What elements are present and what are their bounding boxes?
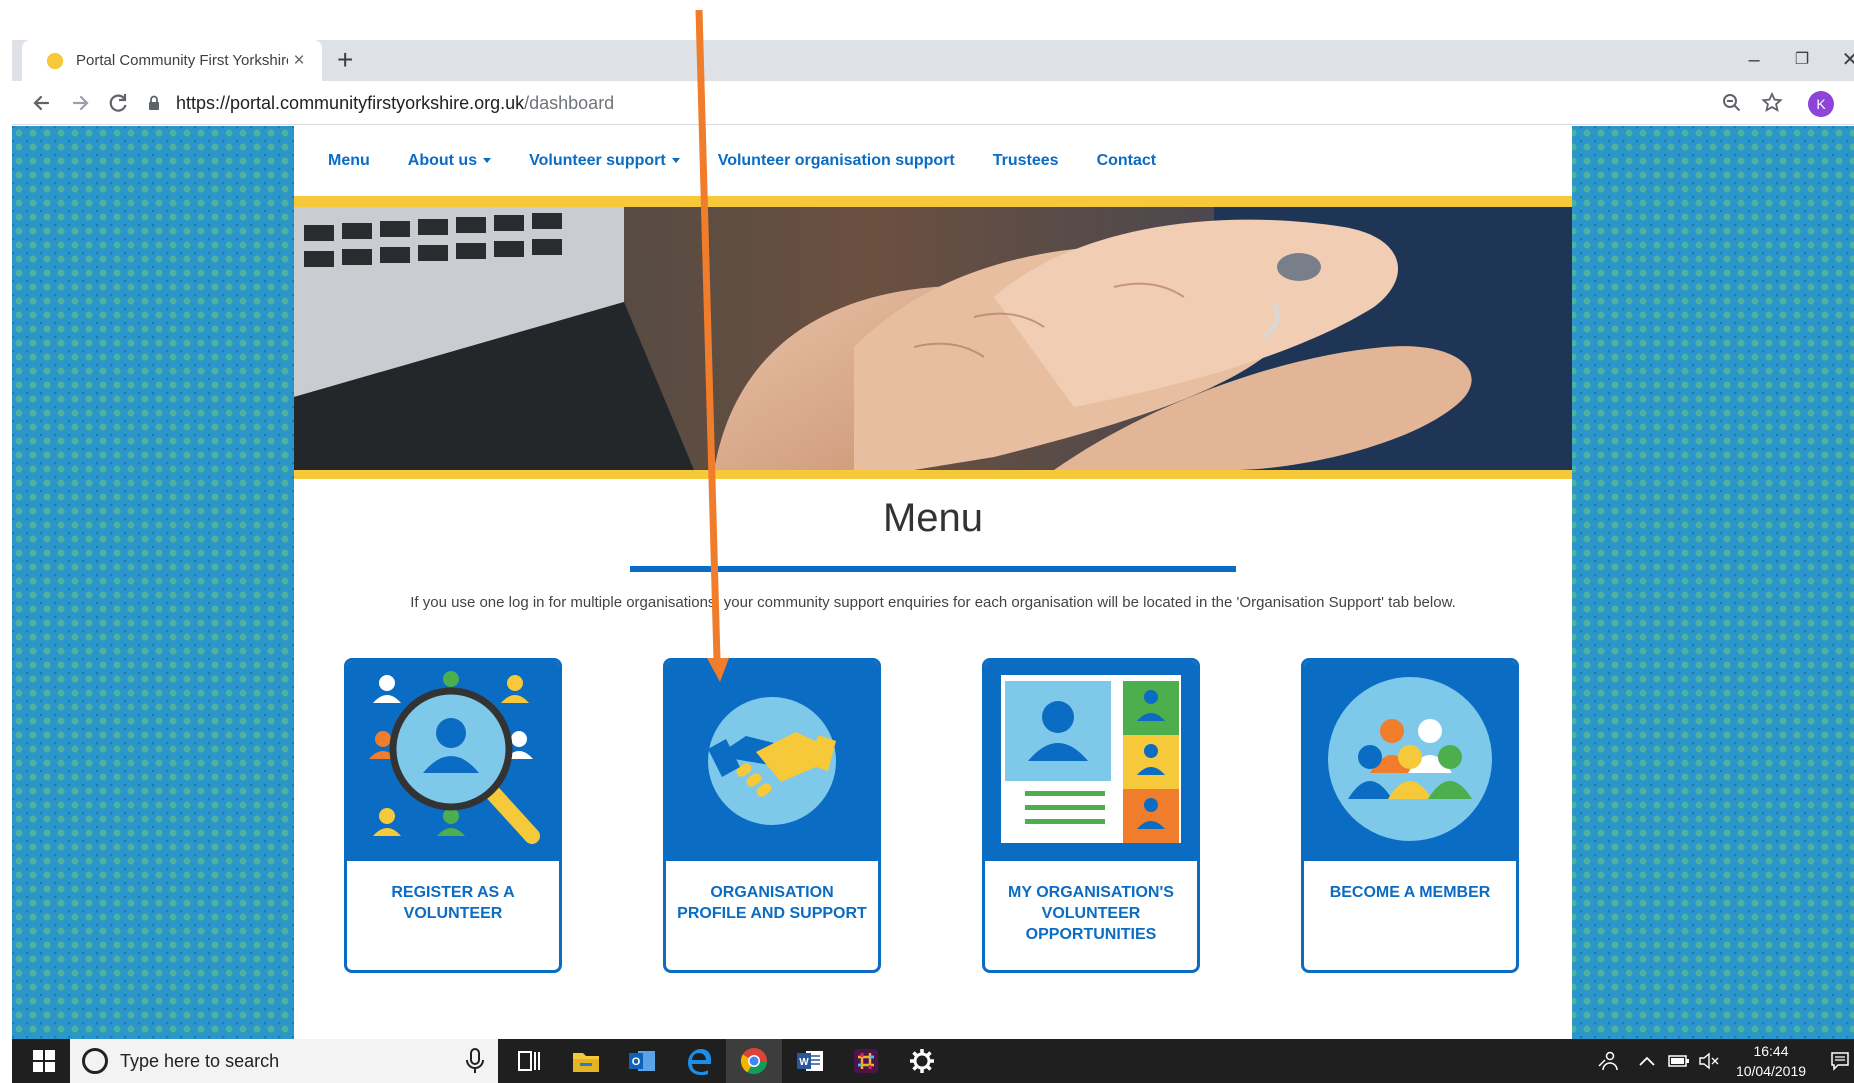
microphone-icon[interactable] bbox=[464, 1047, 486, 1075]
notifications-icon[interactable] bbox=[1830, 1039, 1850, 1083]
task-view-icon[interactable] bbox=[502, 1039, 558, 1083]
taskbar-clock[interactable]: 16:44 10/04/2019 bbox=[1726, 1041, 1816, 1081]
battery-icon[interactable] bbox=[1668, 1039, 1690, 1083]
outlook-icon[interactable]: O bbox=[614, 1039, 670, 1083]
svg-text:W: W bbox=[799, 1057, 809, 1068]
word-icon[interactable]: W bbox=[782, 1039, 838, 1083]
taskbar-search[interactable]: Type here to search bbox=[70, 1039, 498, 1083]
file-explorer-icon[interactable] bbox=[558, 1039, 614, 1083]
search-placeholder: Type here to search bbox=[120, 1050, 280, 1071]
clock-time: 16:44 bbox=[1753, 1043, 1789, 1059]
svg-text:O: O bbox=[632, 1056, 641, 1068]
slack-icon[interactable] bbox=[838, 1039, 894, 1083]
settings-gear-icon[interactable] bbox=[894, 1039, 950, 1083]
edge-icon[interactable] bbox=[670, 1039, 726, 1083]
volume-muted-icon[interactable] bbox=[1698, 1039, 1720, 1083]
annotation-arrow bbox=[695, 9, 729, 682]
windows-logo-icon bbox=[33, 1050, 55, 1072]
chrome-icon[interactable] bbox=[726, 1039, 782, 1083]
people-icon[interactable] bbox=[1597, 1039, 1619, 1083]
windows-taskbar: Type here to search O W 16:44 10/04/2019 bbox=[12, 1039, 1854, 1083]
clock-date: 10/04/2019 bbox=[1735, 1063, 1807, 1079]
start-button[interactable] bbox=[22, 1039, 66, 1083]
show-hidden-icons[interactable] bbox=[1638, 1039, 1656, 1083]
cortana-icon bbox=[82, 1048, 108, 1074]
